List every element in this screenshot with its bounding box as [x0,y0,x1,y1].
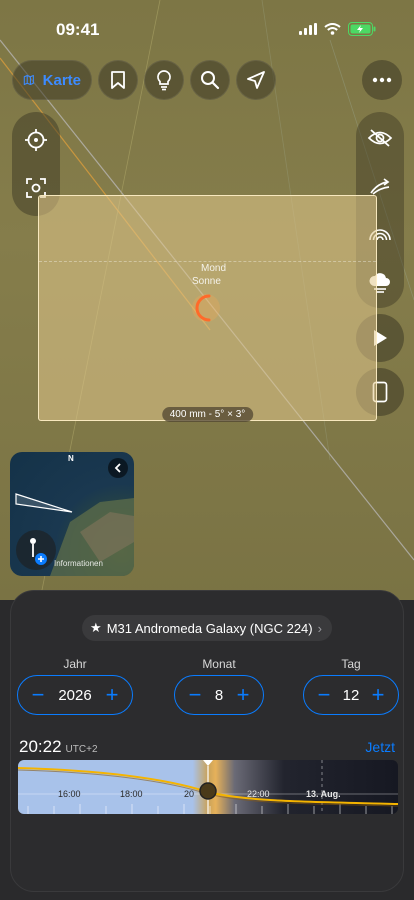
month-increment-button[interactable]: + [233,684,253,706]
search-icon [201,71,220,90]
more-button[interactable] [362,60,402,100]
chevron-left-icon [114,463,121,473]
month-stepper: − 8 + [174,675,264,715]
day-stepper: − 12 + [303,675,399,715]
sun-label: Sonne [192,276,221,287]
day-decrement-button[interactable]: − [314,684,334,706]
map-button[interactable]: Karte [12,60,92,100]
battery-icon [348,22,376,36]
moon-label: Mond [201,263,227,274]
top-toolbar: Karte [12,60,276,100]
pin-button[interactable] [16,530,56,570]
map-button-label: Karte [42,71,81,89]
status-bar: 09:41 [0,0,414,54]
day-label: Tag [341,657,361,671]
time-value: 20:22 [19,737,62,756]
location-button[interactable] [236,60,276,100]
month-value[interactable]: 8 [215,687,223,704]
ellipsis-icon [372,77,392,83]
lightbulb-icon [157,70,171,91]
year-value[interactable]: 2026 [58,687,91,704]
star-icon: ★ [90,620,102,635]
selected-time: 20:22 UTC+2 [19,737,98,757]
eye-slash-icon [367,129,393,147]
minimap[interactable]: N Informationen [10,452,134,576]
month-label: Monat [202,657,236,671]
map-icon [23,74,34,86]
search-button[interactable] [190,60,230,100]
wifi-icon [324,23,341,35]
tick-label: 22:00 [247,789,270,799]
crosshair-icon [25,129,47,151]
tick-label: 16:00 [58,789,81,799]
day-increment-button[interactable]: + [368,684,388,706]
time-slider[interactable]: 16:00 18:00 20 22:00 13. Aug. [18,760,398,814]
year-stepper: − 2026 + [17,675,133,715]
frame-info-label[interactable]: 400 mm - 5° × 3° [161,407,254,422]
month-decrement-button[interactable]: − [185,684,205,706]
pin-add-icon [30,538,47,565]
camera-frame[interactable]: Mond Sonne 400 mm - 5° × 3° [38,195,377,422]
bookmark-button[interactable] [98,60,138,100]
target-button[interactable] [16,120,56,160]
timezone-label: UTC+2 [65,744,98,755]
location-arrow-icon [247,71,265,89]
visibility-toggle[interactable] [356,114,404,162]
date-marker-label: 13. Aug. [306,789,341,799]
object-name: M31 Andromeda Galaxy (NGC 224) [106,620,313,636]
status-icons [299,22,376,36]
lightbulb-button[interactable] [144,60,184,100]
chevron-right-icon: › [317,620,322,636]
year-decrement-button[interactable]: − [28,684,48,706]
paths-icon [370,178,390,195]
minimap-collapse-button[interactable] [108,458,128,478]
minimap-info-link[interactable]: Informationen [54,559,103,568]
sun-marker [192,294,220,322]
tick-label: 18:00 [120,789,143,799]
day-value[interactable]: 12 [343,687,360,704]
signal-icon [299,23,317,35]
bookmark-icon [111,71,125,89]
bottom-sheet: ★ M31 Andromeda Galaxy (NGC 224) › Jahr … [10,590,404,892]
object-selector[interactable]: ★ M31 Andromeda Galaxy (NGC 224) › [82,615,332,641]
tick-label: 20 [184,789,195,799]
horizon-line [39,261,376,262]
north-indicator: N [68,454,74,463]
now-button[interactable]: Jetzt [365,739,395,755]
year-label: Jahr [63,657,87,671]
status-time: 09:41 [56,20,100,39]
year-increment-button[interactable]: + [102,684,122,706]
timeline-graph [18,760,398,814]
